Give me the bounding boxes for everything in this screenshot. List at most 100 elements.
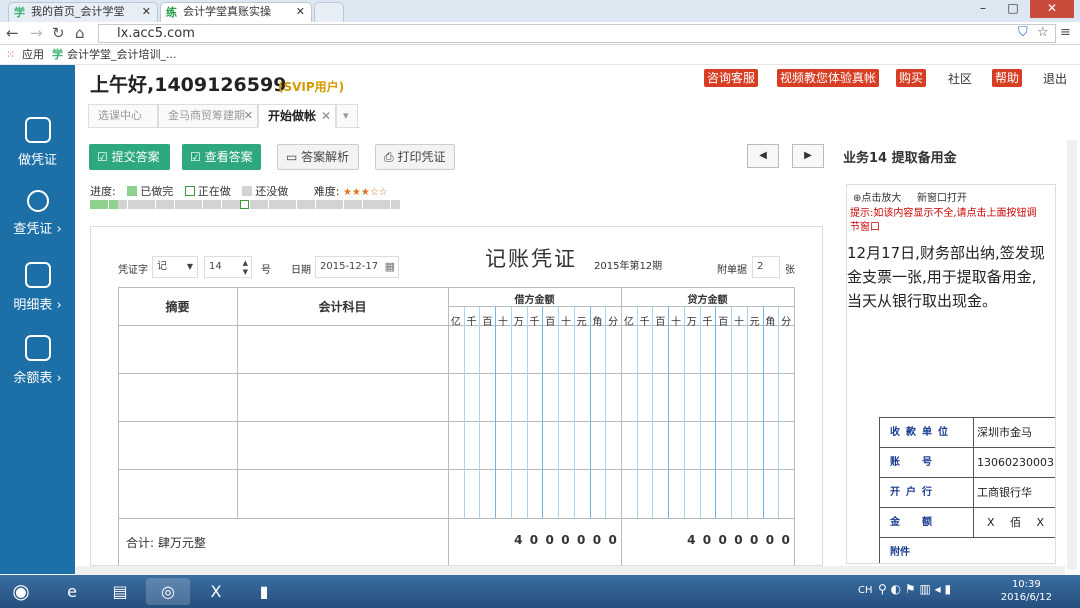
progress-cell[interactable]: [146, 200, 156, 209]
horizontal-scrollbar[interactable]: [75, 566, 1065, 575]
progress-cell[interactable]: [390, 200, 400, 209]
sidebar-item-balance[interactable]: 余额表 ›: [0, 335, 75, 386]
voucher-word-select[interactable]: 记 ▼: [152, 256, 198, 278]
progress-cell[interactable]: [334, 200, 344, 209]
maximize-icon[interactable]: □: [1000, 0, 1026, 18]
prev-task-button[interactable]: ◀: [747, 144, 779, 168]
community-link[interactable]: 社区: [948, 70, 972, 87]
help-button[interactable]: 帮助: [992, 69, 1023, 87]
home-icon[interactable]: ⌂: [75, 24, 85, 42]
progress-cell[interactable]: [381, 200, 391, 209]
progress-cell[interactable]: [362, 200, 372, 209]
progress-cell[interactable]: [221, 200, 231, 209]
progress-cell[interactable]: [231, 200, 240, 209]
progress-cell[interactable]: [249, 200, 259, 209]
sidebar-item-detail[interactable]: 明细表 ›: [0, 262, 75, 313]
progress-cell[interactable]: [99, 200, 109, 209]
tab-dropdown-icon[interactable]: ▾: [336, 104, 358, 128]
back-icon[interactable]: ←: [6, 24, 19, 42]
tab-course-center[interactable]: 选课中心: [88, 104, 158, 128]
digit-header: 角: [765, 317, 776, 328]
customer-service-button[interactable]: 咨询客服: [704, 69, 759, 87]
close-tab-icon[interactable]: ✕: [296, 3, 305, 21]
logout-link[interactable]: 退出: [1043, 70, 1067, 87]
explorer-icon[interactable]: ▤: [98, 578, 142, 605]
total-digit: 0: [781, 533, 791, 547]
view-answer-button[interactable]: ☑ 查看答案: [182, 144, 261, 170]
vertical-scrollbar[interactable]: [1067, 140, 1077, 570]
progress-cell[interactable]: [155, 200, 165, 209]
sidebar-item-query-voucher[interactable]: 查凭证 ›: [0, 190, 75, 237]
input-language[interactable]: CH: [858, 585, 873, 596]
answer-analysis-button[interactable]: ▭ 答案解析: [277, 144, 359, 170]
chrome-icon[interactable]: ◎: [146, 578, 190, 605]
total-digit: 0: [529, 533, 540, 547]
new-window-link[interactable]: 新窗口打开: [917, 189, 967, 204]
excel-icon[interactable]: X: [194, 578, 238, 605]
video-tutorial-button[interactable]: 视频教您体验真帐: [777, 69, 880, 87]
bookmark-apps[interactable]: 应用: [22, 45, 44, 65]
progress-cell[interactable]: [343, 200, 353, 209]
progress-cell[interactable]: [202, 200, 212, 209]
shield-icon[interactable]: ⛉: [1018, 25, 1028, 40]
progress-cell[interactable]: [90, 200, 99, 209]
digit-header: 分: [781, 317, 792, 328]
buy-button[interactable]: 购买: [896, 69, 927, 87]
close-icon[interactable]: ✕: [321, 105, 331, 127]
browser-tab-home[interactable]: 学 我的首页_会计学堂 ✕: [8, 2, 158, 22]
tray-icons[interactable]: ⚲ ◐ ⚑ ▥ ◂ ▮: [878, 582, 951, 596]
sidebar-item-make-voucher[interactable]: 做凭证: [0, 117, 75, 168]
start-button-icon[interactable]: ◉: [2, 578, 40, 605]
new-tab-button[interactable]: [314, 2, 344, 22]
next-task-button[interactable]: ▶: [792, 144, 824, 168]
minimize-icon[interactable]: –: [970, 0, 996, 18]
progress-cell[interactable]: [118, 200, 128, 209]
voucher-number-stepper[interactable]: 14 ▲ ▼: [204, 256, 252, 278]
progress-cell[interactable]: [174, 200, 184, 209]
stepper-arrows-icon[interactable]: ▲ ▼: [243, 259, 248, 277]
tab-jinma[interactable]: 金马商贸筹建期 ✕: [158, 104, 258, 128]
progress-cell[interactable]: [353, 200, 363, 209]
progress-cell[interactable]: [184, 200, 193, 209]
close-icon[interactable]: ✕: [244, 105, 253, 127]
calendar-icon[interactable]: ▦: [385, 257, 395, 277]
progress-cell[interactable]: [278, 200, 287, 209]
tab-start-bookkeeping[interactable]: 开始做帐 ✕: [258, 104, 336, 128]
progress-cell[interactable]: [193, 200, 203, 209]
bookmark-star-icon[interactable]: ☆: [1037, 25, 1049, 40]
ie-icon[interactable]: e: [50, 578, 94, 605]
task-panel: ⊕点击放大 新窗口打开 提示:如该内容显示不全,请点击上面按钮调节窗口 12月1…: [846, 184, 1056, 564]
progress-cell[interactable]: [165, 200, 175, 209]
bookmark-acc5[interactable]: 会计学堂_会计培训_...: [67, 45, 177, 65]
url-input[interactable]: lx.acc5.com: [98, 24, 1056, 43]
browser-tab-practice[interactable]: 练 会计学堂真账实操 ✕: [160, 2, 312, 22]
reload-icon[interactable]: ↻: [52, 24, 65, 42]
submit-answer-button[interactable]: ☑ 提交答案: [89, 144, 170, 170]
menu-icon[interactable]: ≡: [1060, 25, 1071, 40]
progress-cell[interactable]: [315, 200, 325, 209]
progress-cell[interactable]: [268, 200, 278, 209]
attachment-count-input[interactable]: 2: [752, 256, 780, 278]
progress-cell[interactable]: [296, 200, 306, 209]
clock[interactable]: 10:39 2016/6/12: [1001, 578, 1052, 604]
progress-cell[interactable]: [212, 200, 222, 209]
progress-cell[interactable]: [127, 200, 137, 209]
progress-cell[interactable]: [259, 200, 269, 209]
app-icon[interactable]: ▮: [242, 578, 286, 605]
progress-cell[interactable]: [325, 200, 334, 209]
progress-cell[interactable]: [306, 200, 316, 209]
digit-header: 亿: [450, 317, 461, 328]
print-voucher-button[interactable]: ⎙ 打印凭证: [375, 144, 455, 170]
apps-icon[interactable]: ⁙: [6, 45, 15, 65]
print-icon: ⎙: [384, 150, 394, 164]
close-window-icon[interactable]: ✕: [1030, 0, 1074, 18]
progress-cell[interactable]: [287, 200, 297, 209]
progress-cell[interactable]: [372, 200, 381, 209]
progress-cell[interactable]: [108, 200, 118, 209]
progress-cell[interactable]: [137, 200, 146, 209]
forward-icon[interactable]: →: [30, 24, 43, 42]
close-tab-icon[interactable]: ✕: [142, 3, 151, 21]
voucher-date-input[interactable]: 2015-12-17 ▦: [315, 256, 399, 278]
zoom-link[interactable]: ⊕点击放大: [853, 189, 901, 204]
progress-cell[interactable]: [240, 200, 250, 209]
